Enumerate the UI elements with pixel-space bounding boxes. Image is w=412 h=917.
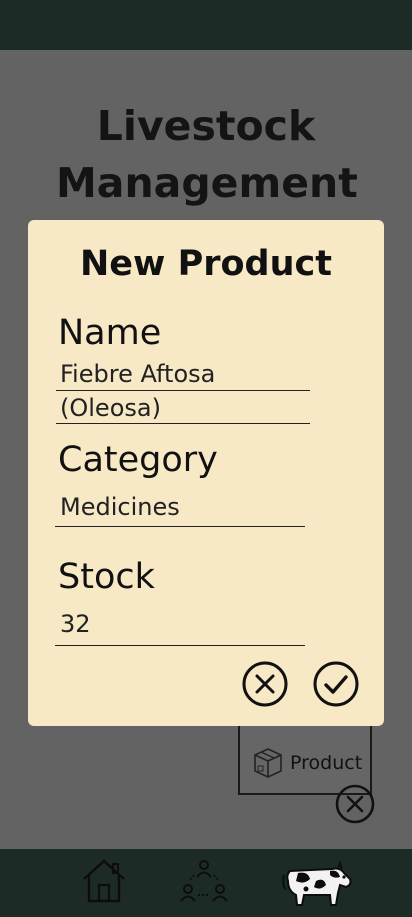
confirm-button[interactable] [312, 660, 360, 708]
name-label: Name [58, 313, 162, 353]
stock-underline [55, 645, 305, 646]
cow-icon[interactable] [280, 857, 352, 907]
new-product-dialog: New Product Name Fiebre Aftosa (Oleosa) … [28, 220, 384, 726]
stock-field[interactable]: 32 [60, 608, 91, 640]
category-label: Category [58, 440, 218, 480]
cancel-button[interactable] [241, 660, 289, 708]
product-card-label: Product [290, 752, 363, 774]
dialog-title: New Product [80, 244, 332, 284]
status-bar [0, 0, 412, 50]
name-field-line1[interactable]: Fiebre Aftosa [60, 358, 215, 390]
home-icon[interactable] [80, 857, 128, 905]
bottom-nav [0, 849, 412, 917]
name-field-line2[interactable]: (Oleosa) [60, 392, 161, 424]
category-underline [55, 526, 305, 527]
box-icon [254, 748, 282, 778]
stock-label: Stock [58, 557, 155, 597]
page-title: Livestock Management [56, 102, 358, 207]
name-underline [56, 390, 310, 391]
name-underline-2 [56, 423, 310, 424]
close-icon[interactable] [335, 784, 375, 824]
people-network-icon[interactable] [180, 857, 228, 905]
category-field[interactable]: Medicines [60, 491, 180, 523]
